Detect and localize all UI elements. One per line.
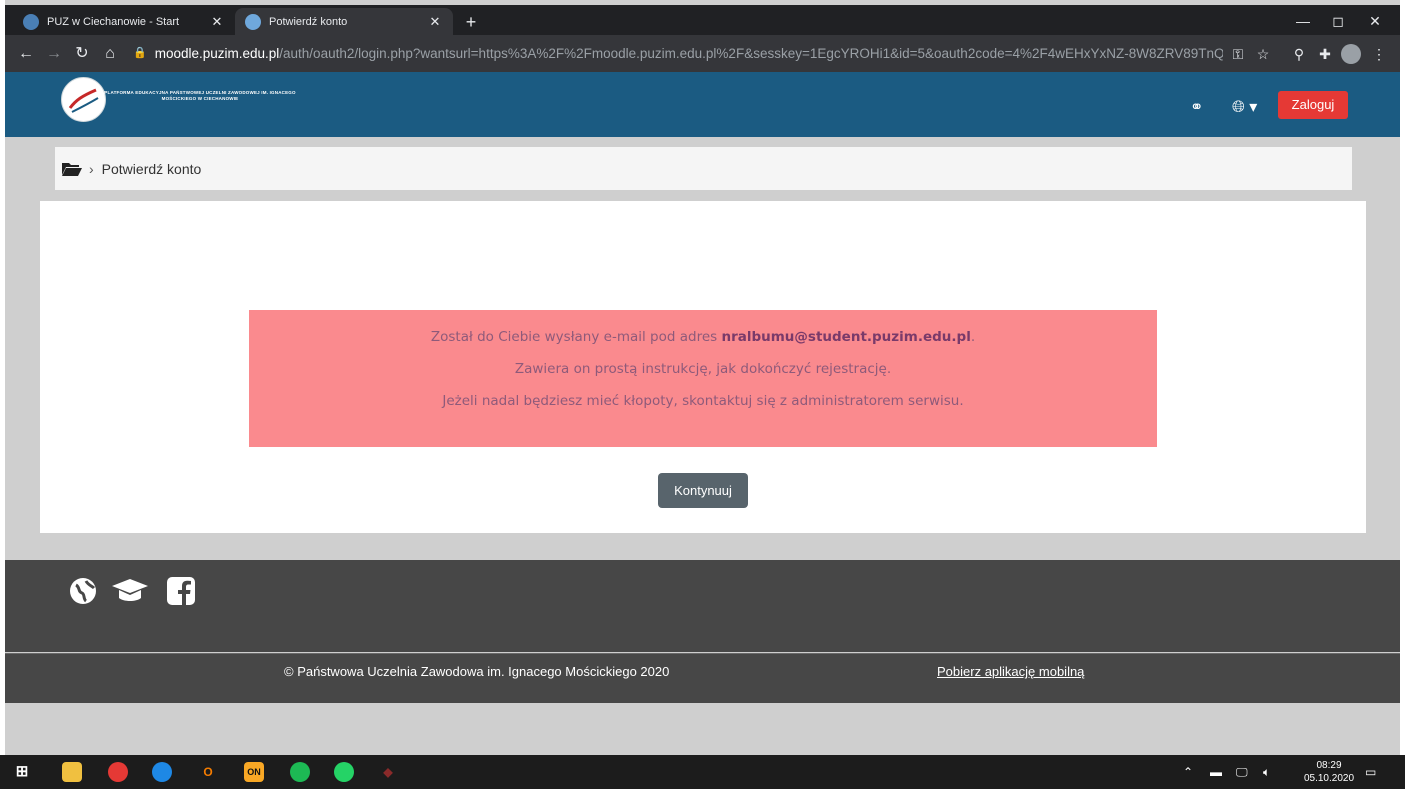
screen: PUZ w Ciechanowie - Start ✕ Potwierdź ko…: [0, 0, 1405, 789]
link-icon[interactable]: ⚭: [1190, 97, 1203, 117]
origin-icon[interactable]: O: [198, 762, 218, 782]
whatsapp-icon[interactable]: [334, 762, 354, 782]
volume-icon[interactable]: 🔈︎: [1263, 765, 1270, 780]
spotify-icon[interactable]: [290, 762, 310, 782]
menu-dots-icon[interactable]: ⋮: [1369, 44, 1389, 64]
close-window-button[interactable]: ✕: [1360, 10, 1390, 32]
new-tab-button[interactable]: +: [461, 12, 481, 32]
tab-label: Potwierdź konto: [269, 15, 348, 28]
url-path: /auth/oauth2/login.php?wantsurl=https%3A…: [279, 46, 1223, 61]
minimize-button[interactable]: —: [1288, 10, 1318, 32]
footer-bottom: [5, 653, 1400, 703]
puz-favicon-icon: [23, 13, 39, 30]
back-button[interactable]: ←: [15, 43, 37, 65]
login-button[interactable]: Zaloguj: [1278, 91, 1348, 119]
chrome-icon[interactable]: [108, 762, 128, 782]
alert-line-3: Jeżeli nadal będziesz mieć kłopoty, skon…: [442, 393, 964, 409]
window-frame-right: [1400, 0, 1405, 755]
home-button[interactable]: ⌂: [99, 43, 121, 65]
tab-label: PUZ w Ciechanowie - Start: [47, 15, 180, 28]
globe-icon[interactable]: [68, 576, 98, 613]
forward-button[interactable]: →: [43, 43, 65, 65]
breadcrumb-current: Potwierdź konto: [101, 160, 202, 177]
browser-tab-strip: PUZ w Ciechanowie - Start ✕ Potwierdź ko…: [5, 5, 1400, 35]
thunderbird-icon[interactable]: [152, 762, 172, 782]
lock-icon: 🔒: [133, 47, 147, 59]
alert-line-1: Został do Ciebie wysłany e-mail pod adre…: [249, 326, 1157, 358]
reload-button[interactable]: ↻: [71, 43, 93, 65]
continue-button[interactable]: Kontynuuj: [658, 473, 748, 508]
facebook-icon[interactable]: [166, 576, 196, 613]
mobile-app-link[interactable]: Pobierz aplikację mobilną: [937, 664, 1084, 679]
tab-puz-start[interactable]: PUZ w Ciechanowie - Start ✕: [13, 8, 235, 35]
language-globe-icon[interactable]: 🌐︎ ▾: [1232, 97, 1257, 117]
clock-date: 05.10.2020: [1303, 773, 1355, 784]
tab-potwierdz-konto[interactable]: Potwierdź konto ✕: [235, 8, 453, 35]
site-navbar: PLATFORMA EDUKACYJNA PAŃSTWOWEJ UCZELNI …: [5, 72, 1400, 137]
copyright-text: © Państwowa Uczelnia Zawodowa im. Ignace…: [284, 664, 670, 679]
maximize-button[interactable]: ◻: [1323, 10, 1353, 32]
alert-email: nralbumu@student.puzim.edu.pl: [721, 329, 971, 345]
browser-toolbar: ← → ↻ ⌂ 🔒 moodle.puzim.edu.pl/auth/oauth…: [5, 35, 1400, 72]
logo-text: PLATFORMA EDUKACYJNA PAŃSTWOWEJ UCZELNI …: [104, 90, 296, 101]
bookmark-star-icon[interactable]: ☆: [1253, 44, 1273, 64]
email-sent-alert: Został do Ciebie wysłany e-mail pod adre…: [249, 310, 1157, 447]
footer-top: [5, 560, 1400, 652]
folder-open-icon[interactable]: [61, 161, 83, 177]
on-app-icon[interactable]: ON: [244, 762, 264, 782]
moodle-favicon-icon: [245, 13, 261, 30]
extensions-puzzle-icon[interactable]: ✚: [1315, 44, 1335, 64]
close-tab-icon[interactable]: ✕: [209, 14, 225, 30]
breadcrumb: › Potwierdź konto: [55, 147, 1352, 190]
main-content: Został do Ciebie wysłany e-mail pod adre…: [40, 201, 1366, 533]
file-explorer-icon[interactable]: [62, 762, 82, 782]
notifications-icon[interactable]: ▭: [1365, 765, 1376, 779]
close-tab-icon[interactable]: ✕: [427, 14, 443, 30]
key-icon[interactable]: ⚿: [1228, 44, 1248, 64]
windows-start-icon[interactable]: ⊞: [12, 762, 32, 782]
taskbar-clock[interactable]: 08:29 05.10.2020: [1294, 759, 1364, 785]
address-bar[interactable]: 🔒 moodle.puzim.edu.pl/auth/oauth2/login.…: [133, 40, 1223, 67]
graduation-cap-icon[interactable]: [110, 576, 150, 613]
profile-avatar[interactable]: [1341, 44, 1361, 64]
alert-line-1-suffix: .: [970, 329, 976, 345]
game-app-icon[interactable]: ◆: [378, 762, 398, 782]
alert-line-1-text: Został do Ciebie wysłany e-mail pod adre…: [430, 329, 722, 345]
network-icon[interactable]: 🖵︎: [1236, 765, 1248, 780]
url-host: moodle.puzim.edu.pl: [154, 46, 280, 61]
tray-expand-icon[interactable]: ⌃: [1183, 765, 1193, 779]
clock-time: 08:29: [1316, 760, 1342, 771]
alert-line-2: Zawiera on prostą instrukcję, jak dokońc…: [514, 361, 892, 377]
battery-icon[interactable]: ▬: [1210, 765, 1222, 779]
breadcrumb-separator: ›: [89, 160, 94, 177]
windows-taskbar: ⊞ O ON ◆ ⌃ ▬ 🖵︎ 🔈︎ 08:29 05.10.2020 ▭: [0, 755, 1405, 789]
location-pin-icon[interactable]: ⚲: [1289, 44, 1309, 64]
